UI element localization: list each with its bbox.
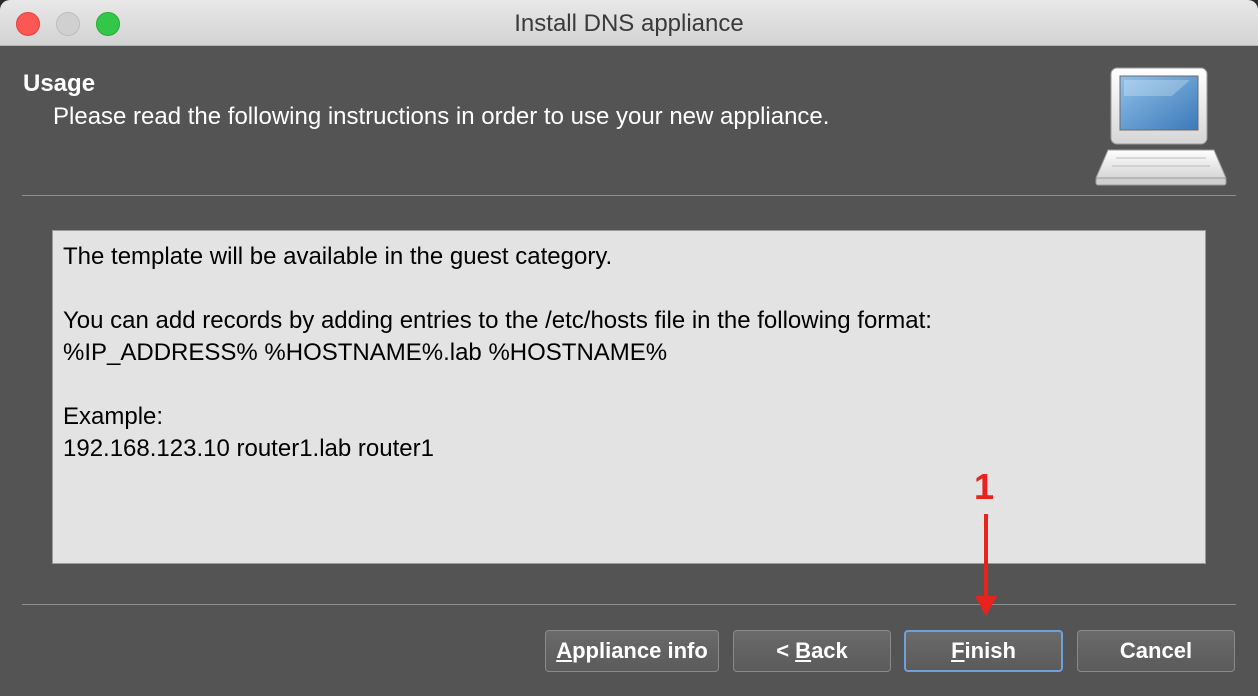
instructions-line: 192.168.123.10 router1.lab router1 <box>63 435 434 462</box>
computer-monitor-icon <box>1095 67 1227 186</box>
header-divider <box>22 195 1236 196</box>
annotation-arrow-icon <box>975 514 997 616</box>
instructions-textbox[interactable]: The template will be available in the gu… <box>52 230 1206 564</box>
instructions-line: %IP_ADDRESS% %HOSTNAME%.lab %HOSTNAME% <box>63 339 668 366</box>
appliance-info-button[interactable]: Appliance info <box>545 630 719 672</box>
instructions-line: The template will be available in the gu… <box>63 243 613 270</box>
window-title: Install DNS appliance <box>514 10 744 37</box>
back-button[interactable]: < Back <box>733 630 891 672</box>
finish-button[interactable]: Finish <box>904 630 1063 672</box>
page-subheading: Please read the following instructions i… <box>53 103 830 130</box>
cancel-button[interactable]: Cancel <box>1077 630 1235 672</box>
annotation-step-label: 1 <box>974 466 995 507</box>
footer-divider <box>22 604 1236 605</box>
instructions-line: Example: <box>63 403 164 430</box>
instructions-line: You can add records by adding entries to… <box>63 307 932 334</box>
title-bar[interactable]: Install DNS appliance <box>0 0 1258 46</box>
page-heading: Usage <box>23 70 96 97</box>
install-dialog: Install DNS appliance Usage Please read … <box>0 0 1258 696</box>
